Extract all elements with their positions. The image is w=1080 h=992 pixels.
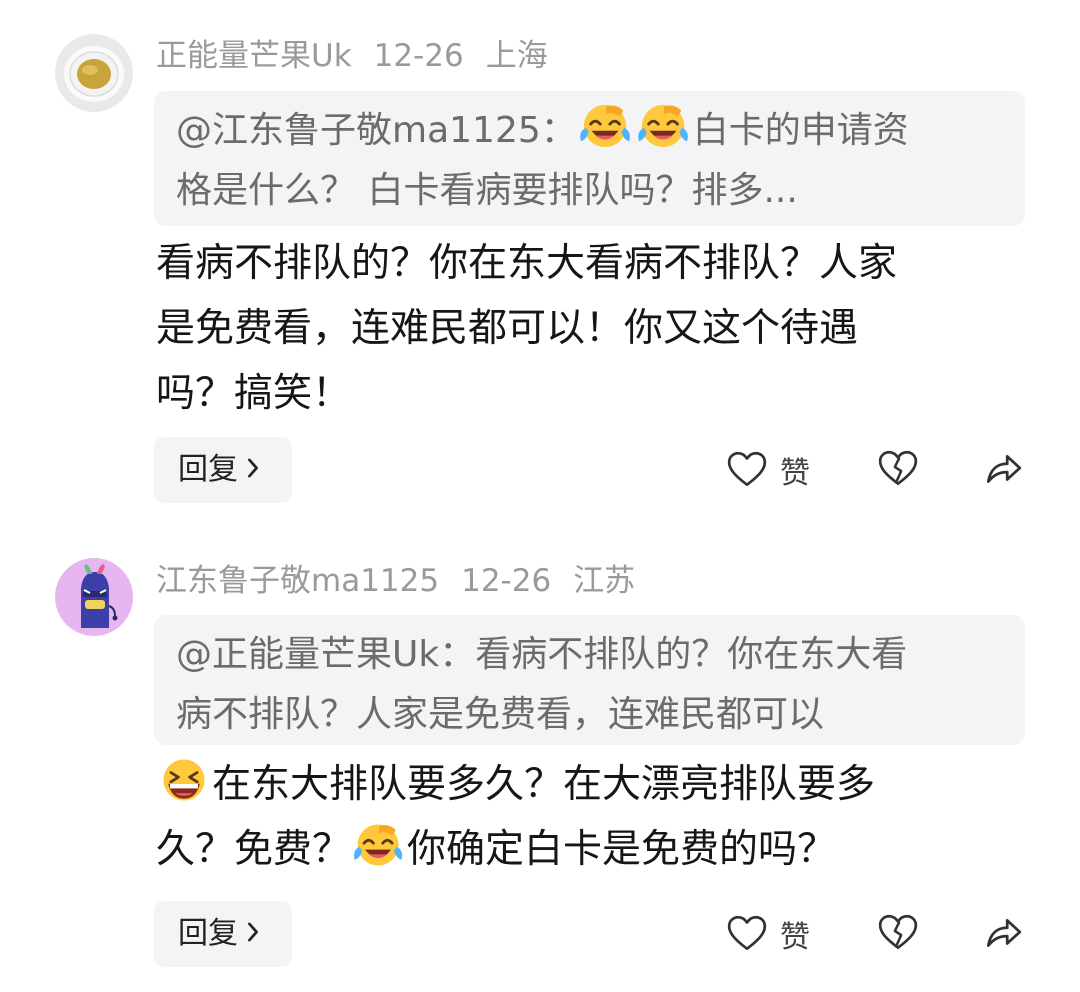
quote-line-1: @正能量芒果Uk：看病不排队的？你在东大看 [176,634,908,675]
broken-heart-icon [877,912,919,954]
comment-location: 江苏 [573,563,636,599]
quote-line-2: 病不排队？人家是免费看，连难民都可以 [176,694,825,735]
comment-text-segment: 久？免费？ [156,827,352,872]
like-label: 赞 [780,920,810,955]
reply-label: 回复 [178,916,238,951]
comment-text-segment: 在东大排队要多久？在大漂亮排队要多 [212,762,876,807]
comment-text-line: 在东大排队要多久？在大漂亮排队要多 [156,752,1026,817]
quoted-comment[interactable]: @正能量芒果Uk：看病不排队的？你在东大看 病不排队？人家是免费看，连难民都可以 [154,615,1025,745]
comment-text: 在东大排队要多久？在大漂亮排队要多 久？免费？ 你确定白卡是免费的吗？ [156,752,1026,882]
crying-laughing-emoji-icon [351,820,407,870]
dislike-button[interactable] [877,912,919,954]
grinning-squint-emoji-icon [156,755,212,805]
reply-button[interactable]: 回复 [154,901,292,967]
comment-meta: 江东鲁子敬ma1125 12-26 江苏 [156,561,657,601]
share-icon [982,912,1024,954]
quote-fade-overlay [887,673,947,733]
share-button[interactable] [982,912,1024,954]
like-button[interactable]: 赞 [726,912,810,956]
comment-item: 江东鲁子敬ma1125 12-26 江苏 @正能量芒果Uk：看病不排队的？你在东大看… [0,0,1080,992]
purple-cartoon-avatar-icon [55,558,133,636]
comment-date: 12-26 [461,563,552,599]
comment-text-line: 久？免费？ 你确定白卡是免费的吗？ [156,817,1026,882]
chevron-right-icon [244,918,262,946]
comment-text-segment: 你确定白卡是免费的吗？ [407,827,837,872]
heart-icon [726,913,768,955]
user-avatar[interactable] [55,558,133,636]
username[interactable]: 江东鲁子敬ma1125 [156,563,439,599]
